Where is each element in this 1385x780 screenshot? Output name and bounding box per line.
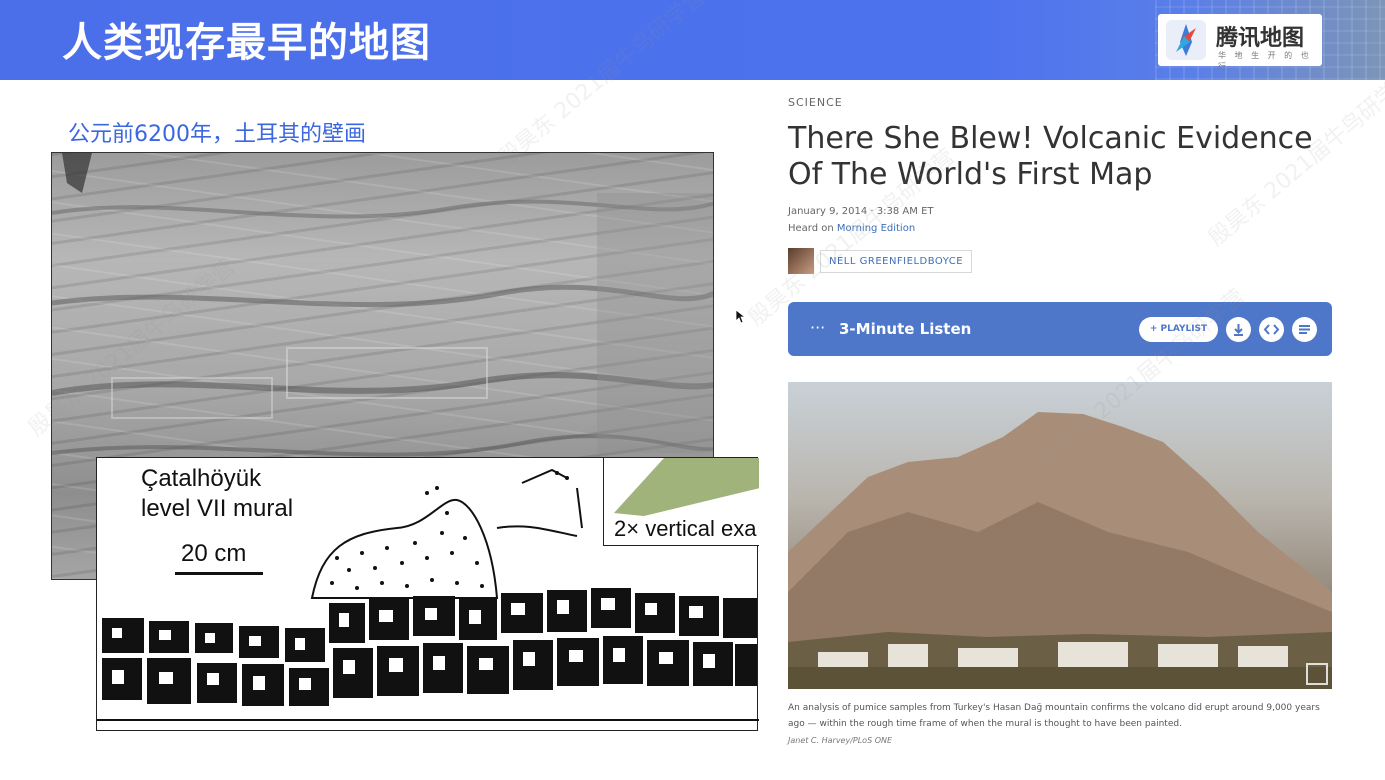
author-link[interactable]: NELL GREENFIELDBOYCE [820,249,973,273]
embed-icon[interactable] [1259,317,1284,342]
player-menu-icon[interactable]: ··· [810,318,825,337]
logo-name: 腾讯地图 [1216,26,1305,51]
add-playlist-button[interactable]: + PLAYLIST [1139,317,1218,342]
audio-player: ··· 3-Minute Listen + PLAYLIST [788,302,1332,356]
volcano-photo-illustration [788,412,1332,689]
logo-tagline: 华 地 生 开 的 也 行 [1218,51,1312,71]
article-meta: January 9, 2014 · 3:38 AM ET Heard on Mo… [788,203,1333,237]
article-headline: There She Blew! Volcanic Evidence Of The… [788,121,1313,192]
heard-on-prefix: Heard on [788,223,834,234]
article-section[interactable]: SCIENCE [788,96,1333,109]
player-play-label[interactable]: 3-Minute Listen [839,320,971,338]
author-avatar[interactable] [788,248,814,274]
heard-on: Heard on Morning Edition [788,220,1333,237]
mural-diagram: Çatalhöyük level VII mural 20 cm 2× vert… [96,457,759,731]
tencent-map-logo: 腾讯地图 华 地 生 开 的 也 行 [1158,14,1322,71]
inset-label: 2× vertical exa [614,516,757,541]
npr-article: SCIENCE There She Blew! Volcanic Evidenc… [788,96,1333,237]
program-link[interactable]: Morning Edition [837,223,915,234]
title-banner: 人类现存最早的地图 腾讯地图 华 地 生 开 的 也 行 [0,0,1385,80]
compass-icon [1166,20,1206,60]
inset-panel: 2× vertical exa [603,458,759,546]
slide-subtitle: 公元前6200年，土耳其的壁画 [68,122,366,147]
slide-title: 人类现存最早的地图 [62,20,431,66]
photo-caption: An analysis of pumice samples from Turke… [788,703,1320,729]
transcript-icon[interactable] [1292,317,1317,342]
fullscreen-icon[interactable] [1306,663,1328,685]
volcano-photo[interactable] [788,382,1332,689]
mouse-cursor-icon [736,310,746,324]
byline: NELL GREENFIELDBOYCE [788,248,973,274]
download-icon[interactable] [1226,317,1251,342]
photo-credit: Janet C. Harvey/PLoS ONE [788,736,893,745]
article-date: January 9, 2014 · 3:38 AM ET [788,206,934,217]
